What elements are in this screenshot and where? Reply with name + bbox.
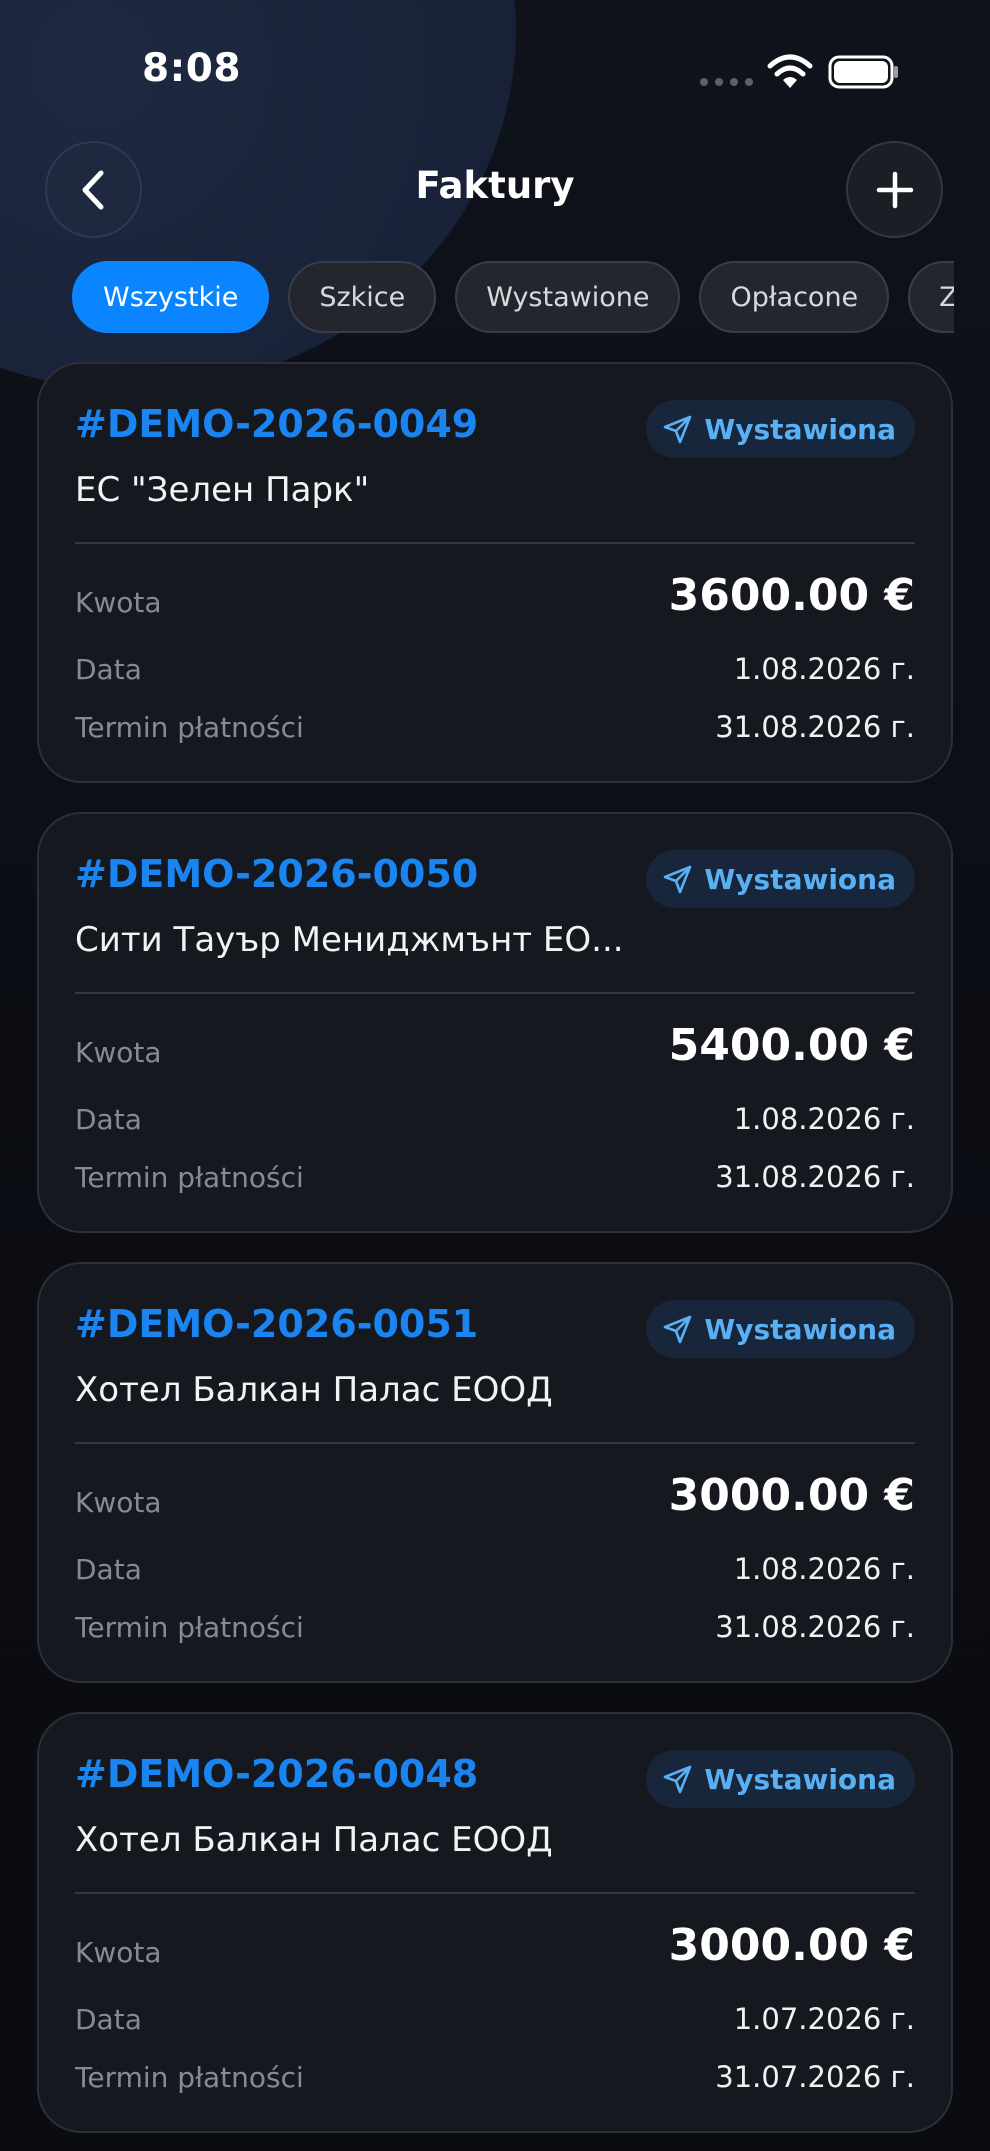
status-badge: Wystawiona <box>646 400 915 458</box>
status-label: Wystawiona <box>704 1312 896 1346</box>
status-label: Wystawiona <box>704 412 896 446</box>
amount-label: Kwota <box>75 586 162 619</box>
client-name: Сити Тауър Мениджмънт ЕО... <box>75 920 624 960</box>
status-badge: Wystawiona <box>646 1750 915 1808</box>
amount-label: Kwota <box>75 1936 162 1969</box>
invoice-card[interactable]: #DEMO-2026-0051 Wystawiona Хотел Балкан … <box>37 1262 953 1683</box>
invoice-card[interactable]: #DEMO-2026-0050 Wystawiona Сити Тауър Ме… <box>37 812 953 1233</box>
date-value: 1.07.2026 г. <box>733 2002 915 2036</box>
amount-value: 3600.00 € <box>668 570 915 621</box>
amount-label: Kwota <box>75 1486 162 1519</box>
due-date-value: 31.08.2026 г. <box>715 710 915 744</box>
status-badge: Wystawiona <box>646 850 915 908</box>
invoice-card[interactable]: #DEMO-2026-0048 Wystawiona Хотел Балкан … <box>37 1712 953 2133</box>
divider <box>75 992 915 994</box>
filter-chip-drafts[interactable]: Szkice <box>288 261 437 333</box>
invoice-card[interactable]: #DEMO-2026-0049 Wystawiona ЕС "Зелен Пар… <box>37 362 953 783</box>
filter-chip-paid[interactable]: Opłacone <box>699 261 890 333</box>
divider <box>75 1892 915 1894</box>
due-date-value: 31.07.2026 г. <box>715 2060 915 2094</box>
due-date-label: Termin płatności <box>75 1611 304 1644</box>
paper-plane-icon <box>664 415 692 444</box>
client-name: Хотел Балкан Палас ЕООД <box>75 1820 553 1860</box>
status-label: Wystawiona <box>704 1762 896 1796</box>
filter-chip-all[interactable]: Wszystkie <box>72 261 270 333</box>
cellular-signal-icon <box>700 78 753 86</box>
paper-plane-icon <box>664 865 692 894</box>
due-date-value: 31.08.2026 г. <box>715 1610 915 1644</box>
due-date-value: 31.08.2026 г. <box>715 1160 915 1194</box>
invoice-number: #DEMO-2026-0051 <box>75 1302 479 1346</box>
date-label: Data <box>75 1103 142 1136</box>
due-date-label: Termin płatności <box>75 2061 304 2094</box>
amount-label: Kwota <box>75 1036 162 1069</box>
date-value: 1.08.2026 г. <box>733 652 915 686</box>
wifi-icon <box>767 54 813 88</box>
amount-value: 3000.00 € <box>668 1470 915 1521</box>
status-time: 8:08 <box>142 46 242 91</box>
date-label: Data <box>75 653 142 686</box>
paper-plane-icon <box>664 1315 692 1344</box>
filter-chip-overdue[interactable]: Zaległe <box>908 261 954 333</box>
amount-value: 3000.00 € <box>668 1920 915 1971</box>
client-name: ЕС "Зелен Парк" <box>75 470 370 510</box>
paper-plane-icon <box>664 1765 692 1794</box>
date-label: Data <box>75 1553 142 1586</box>
plus-icon <box>876 171 913 208</box>
invoice-number: #DEMO-2026-0050 <box>75 852 479 896</box>
date-label: Data <box>75 2003 142 2036</box>
add-invoice-button[interactable] <box>846 141 943 238</box>
amount-value: 5400.00 € <box>668 1020 915 1071</box>
filter-chip-issued[interactable]: Wystawione <box>455 261 681 333</box>
page-title: Faktury <box>415 164 575 207</box>
divider <box>75 1442 915 1444</box>
due-date-label: Termin płatności <box>75 711 304 744</box>
invoice-number: #DEMO-2026-0049 <box>75 402 479 446</box>
filter-chips: Wszystkie Szkice Wystawione Opłacone Zal… <box>72 261 954 335</box>
due-date-label: Termin płatności <box>75 1161 304 1194</box>
status-label: Wystawiona <box>704 862 896 896</box>
status-badge: Wystawiona <box>646 1300 915 1358</box>
invoice-number: #DEMO-2026-0048 <box>75 1752 479 1796</box>
battery-icon <box>828 55 898 89</box>
client-name: Хотел Балкан Палас ЕООД <box>75 1370 553 1410</box>
date-value: 1.08.2026 г. <box>733 1552 915 1586</box>
divider <box>75 542 915 544</box>
invoices-screen: 8:08 Faktury Wszystkie Szkice Wystawione… <box>0 0 990 2151</box>
date-value: 1.08.2026 г. <box>733 1102 915 1136</box>
